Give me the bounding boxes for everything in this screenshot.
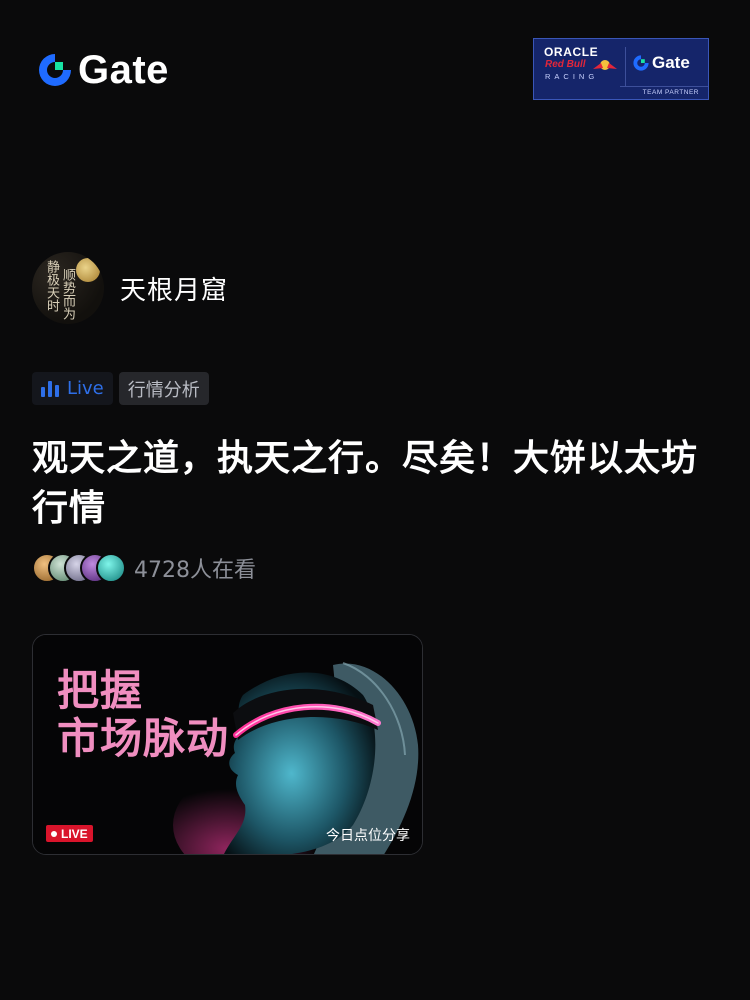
headline-line-1: 把握 [57, 666, 144, 715]
redbull-bulls-icon [593, 60, 617, 70]
avatar-sun-icon [76, 258, 100, 282]
team-partner-badge: ORACLE Red Bull RACING Gate TEAM PARTNER [533, 38, 709, 100]
host-name[interactable]: 天根月窟 [120, 270, 228, 307]
team-partner-label: TEAM PARTNER [642, 89, 699, 96]
gate-logo-icon [39, 54, 71, 86]
category-tag-label: 行情分析 [127, 379, 200, 401]
partner-gate-logo: Gate [632, 53, 690, 73]
brand-name: Gate [78, 48, 169, 92]
partner-gate-name: Gate [652, 53, 690, 72]
live-badge-label: LIVE [61, 826, 88, 841]
thumbnail-headline: 把握 市场脉动 [57, 667, 229, 763]
live-dot-icon [51, 830, 57, 837]
gate-logo[interactable]: Gate [36, 50, 169, 90]
partner-underline [620, 86, 708, 87]
stream-thumbnail[interactable]: 把握 市场脉动 LIVE 今日点位分享 [32, 634, 423, 855]
live-badge: LIVE [46, 825, 93, 842]
avatar-calligraphy: 顺势而为 [60, 268, 75, 320]
partner-divider [625, 47, 626, 87]
avatar-calligraphy: 静极天时 [44, 260, 59, 312]
thumbnail-caption: 今日点位分享 [326, 828, 410, 844]
stream-title: 观天之道，执天之行。尽矣！大饼以太坊行情 [32, 438, 699, 529]
viewer-avatars [32, 553, 126, 583]
gate-logo-icon [633, 55, 649, 71]
oracle-label: ORACLE [544, 45, 599, 59]
tag-row: Live 行情分析 [32, 372, 209, 405]
host-info[interactable]: 静极天时 顺势而为 天根月窟 [32, 252, 228, 324]
live-room-page: Gate ORACLE Red Bull RACING Gate TEAM PA… [0, 0, 750, 1000]
redbull-label: Red Bull [545, 59, 586, 70]
live-tag: Live [32, 372, 113, 405]
live-tag-label: Live [67, 378, 104, 399]
racing-label: RACING [545, 72, 599, 81]
headline-line-2: 市场脉动 [57, 714, 230, 763]
live-bars-icon [41, 380, 59, 397]
category-tag[interactable]: 行情分析 [118, 372, 209, 405]
viewer-count: 4728人在看 [134, 558, 256, 583]
host-avatar[interactable]: 静极天时 顺势而为 [32, 252, 104, 324]
viewer-avatar [96, 553, 126, 583]
viewer-info: 4728人在看 [32, 552, 256, 584]
